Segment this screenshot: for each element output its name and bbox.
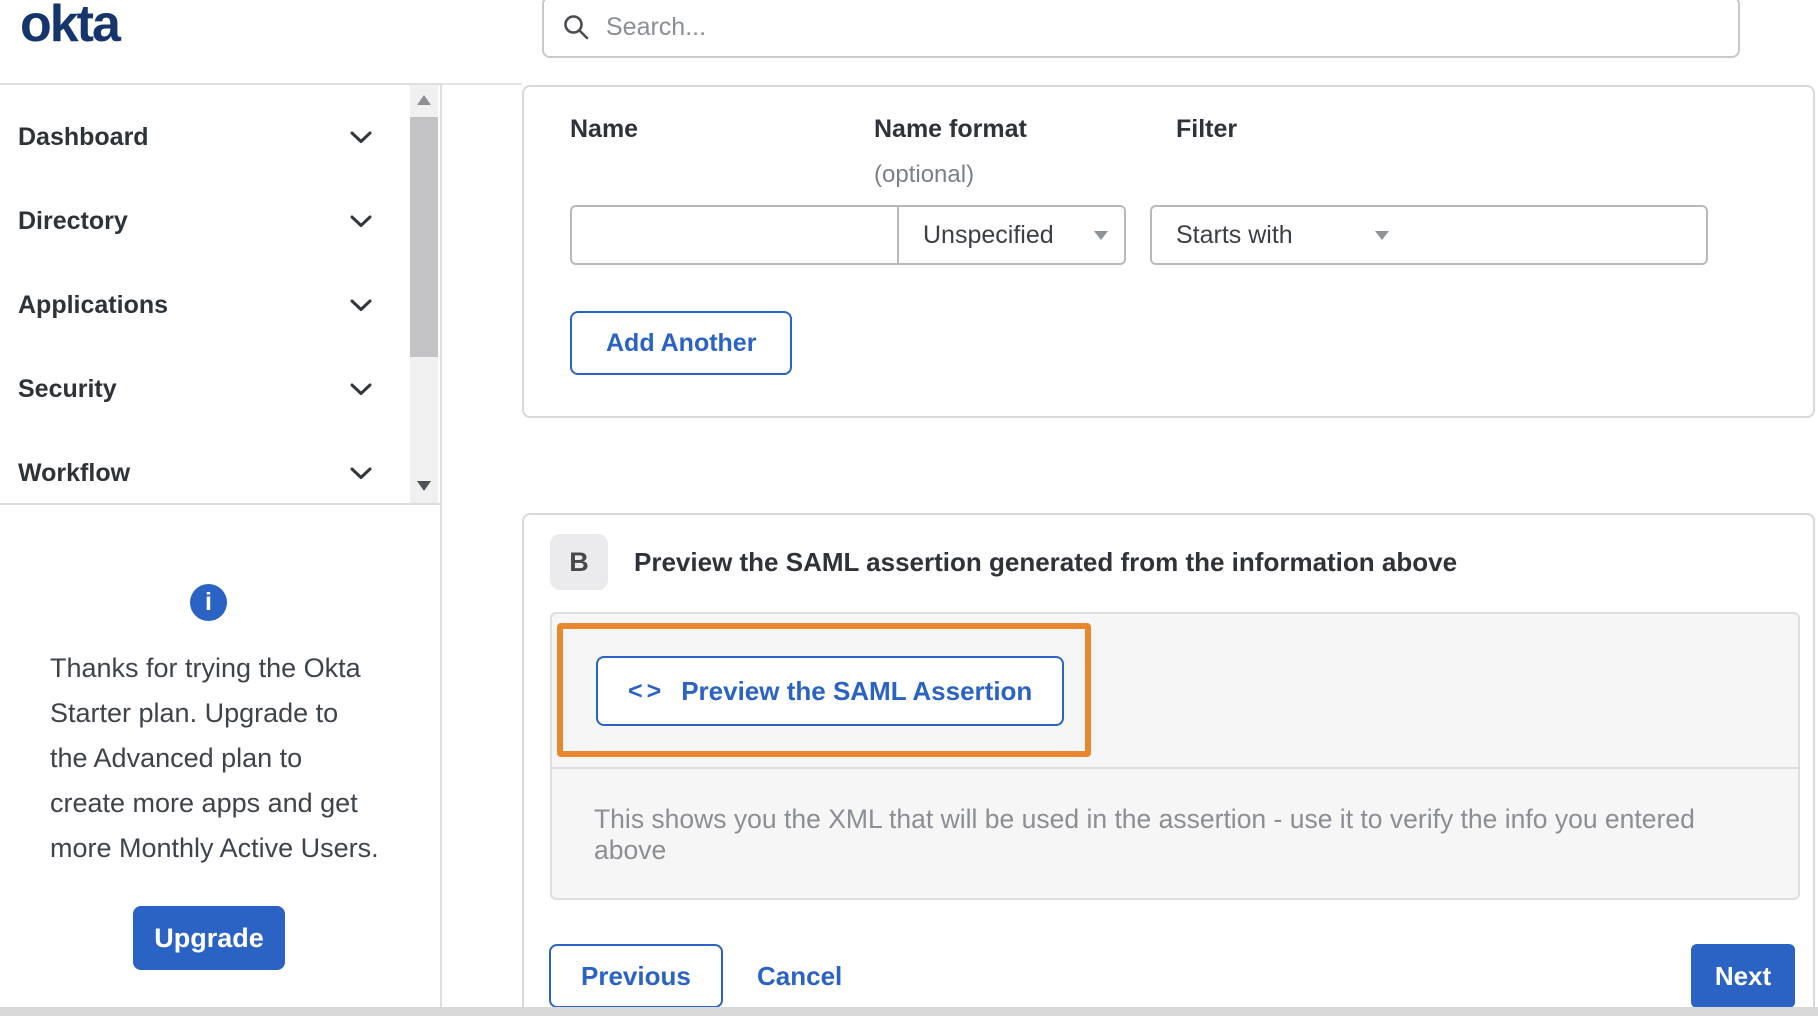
filter-type-value: Starts with bbox=[1176, 220, 1293, 249]
attribute-statements-card: Name Name format (optional) Filter Unspe… bbox=[522, 85, 1815, 418]
sidebar-item-label: Security bbox=[18, 374, 117, 403]
sidebar-item-directory[interactable]: Directory bbox=[0, 179, 440, 263]
sidebar-item-workflow[interactable]: Workflow bbox=[0, 431, 440, 515]
filter-value-input[interactable] bbox=[1405, 207, 1706, 263]
sidebar-item-label: Workflow bbox=[18, 458, 131, 487]
add-another-button[interactable]: Add Another bbox=[570, 311, 793, 375]
name-column-label: Name bbox=[570, 115, 639, 143]
attribute-name-input[interactable] bbox=[572, 207, 897, 263]
preview-button-label: Preview the SAML Assertion bbox=[681, 675, 1033, 706]
okta-admin-screen: okta Dashboard Directory Applications Se… bbox=[0, 0, 1818, 1016]
trial-line: create more apps and get bbox=[50, 788, 358, 818]
divider bbox=[442, 83, 522, 85]
sidebar-item-dashboard[interactable]: Dashboard bbox=[0, 95, 440, 179]
name-and-format-group: Unspecified bbox=[570, 205, 1126, 265]
filter-type-select[interactable]: Starts with bbox=[1152, 207, 1405, 263]
preview-assertion-card: B Preview the SAML assertion generated f… bbox=[522, 513, 1815, 1016]
search-bar[interactable] bbox=[542, 0, 1740, 58]
trial-line: Starter plan. Upgrade to bbox=[50, 698, 339, 728]
bottom-scrollbar-strip[interactable] bbox=[0, 1007, 1818, 1016]
scrollbar-thumb[interactable] bbox=[410, 117, 438, 357]
select-caret-icon bbox=[1094, 230, 1108, 240]
scroll-down-arrow-icon[interactable] bbox=[417, 481, 431, 491]
chevron-down-icon bbox=[350, 383, 372, 395]
preview-panel: <> Preview the SAML Assertion This shows… bbox=[550, 612, 1800, 900]
preview-saml-assertion-button[interactable]: <> Preview the SAML Assertion bbox=[596, 656, 1065, 726]
preview-description: This shows you the XML that will be used… bbox=[594, 803, 1695, 865]
sidebar-border bbox=[440, 83, 442, 1008]
cancel-button[interactable]: Cancel bbox=[747, 944, 852, 1008]
sidebar-scrollbar[interactable] bbox=[410, 85, 438, 503]
filter-group: Starts with bbox=[1150, 205, 1708, 265]
info-icon: i bbox=[190, 584, 227, 621]
code-icon: <> bbox=[628, 676, 666, 705]
filter-column-label: Filter bbox=[1176, 115, 1238, 143]
sidebar-nav: Dashboard Directory Applications Securit… bbox=[0, 83, 440, 505]
chevron-down-icon bbox=[350, 467, 372, 479]
okta-logo[interactable]: okta bbox=[20, 0, 121, 54]
previous-button[interactable]: Previous bbox=[549, 944, 723, 1008]
sidebar-item-security[interactable]: Security bbox=[0, 347, 440, 431]
sidebar-item-label: Directory bbox=[18, 206, 128, 235]
trial-line: Thanks for trying the Okta bbox=[50, 653, 361, 683]
trial-line: more Monthly Active Users. bbox=[50, 833, 379, 863]
next-button[interactable]: Next bbox=[1691, 944, 1795, 1008]
scroll-up-arrow-icon[interactable] bbox=[417, 95, 431, 105]
select-caret-icon bbox=[1375, 230, 1389, 240]
step-b-badge: B bbox=[550, 534, 608, 590]
trial-notice-text: Thanks for trying the Okta Starter plan.… bbox=[50, 646, 410, 871]
name-format-value: Unspecified bbox=[923, 220, 1054, 249]
chevron-down-icon bbox=[350, 299, 372, 311]
trial-line: the Advanced plan to bbox=[50, 743, 303, 773]
search-icon bbox=[564, 15, 589, 40]
name-format-column-label: Name format bbox=[874, 115, 1027, 143]
sidebar-item-label: Dashboard bbox=[18, 122, 149, 151]
sidebar-item-applications[interactable]: Applications bbox=[0, 263, 440, 347]
upgrade-button[interactable]: Upgrade bbox=[133, 906, 285, 970]
name-format-select[interactable]: Unspecified bbox=[897, 207, 1124, 263]
chevron-down-icon bbox=[350, 131, 372, 143]
optional-hint: (optional) bbox=[874, 161, 975, 188]
chevron-down-icon bbox=[350, 215, 372, 227]
sidebar-item-label: Applications bbox=[18, 290, 169, 319]
search-input[interactable] bbox=[604, 0, 1738, 57]
preview-section-title: Preview the SAML assertion generated fro… bbox=[634, 547, 1458, 577]
